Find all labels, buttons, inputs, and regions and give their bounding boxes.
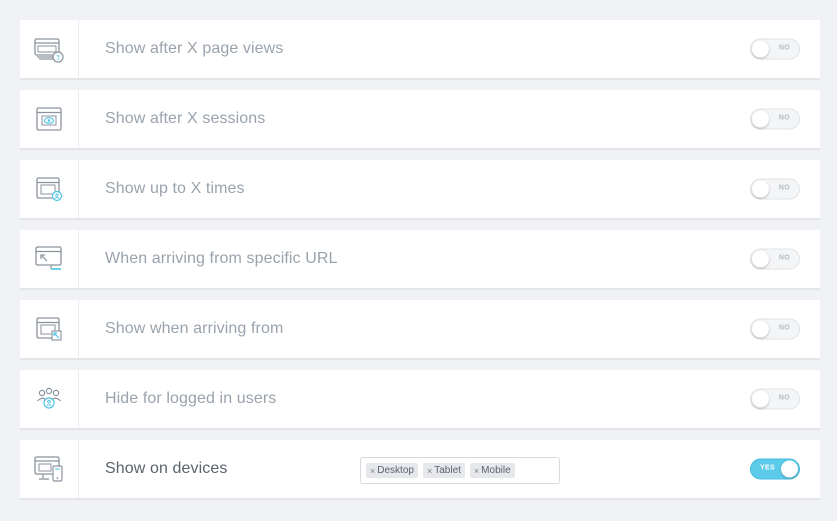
remove-tag-button[interactable]: × — [427, 466, 432, 476]
remove-tag-button[interactable]: × — [474, 466, 479, 476]
rule-row-page-views: 3 Show after X page views NO — [20, 20, 820, 80]
rule-label: Show after X sessions — [105, 110, 266, 127]
rule-toggle[interactable]: NO — [750, 38, 800, 60]
rule-label: Show when arriving from — [105, 320, 284, 337]
svg-text:3: 3 — [56, 55, 60, 62]
tag-label: Desktop — [377, 465, 414, 476]
rule-row-arriving-from: Show when arriving from NO — [20, 300, 820, 360]
rule-row-specific-url: When arriving from specific URL NO — [20, 230, 820, 290]
rule-row-times: Show up to X times NO — [20, 160, 820, 220]
rule-icon-cell — [20, 160, 79, 218]
rule-icon-cell — [20, 300, 79, 358]
device-tag-desktop: × Desktop — [366, 463, 418, 478]
toggle-knob — [752, 40, 769, 58]
toggle-knob — [752, 180, 769, 198]
rule-row-sessions: Show after X sessions NO — [20, 90, 820, 150]
rule-label: Show on devices — [105, 460, 228, 477]
remove-tag-button[interactable]: × — [370, 466, 375, 476]
page-views-icon: 3 — [34, 38, 64, 63]
rule-toggle[interactable]: NO — [750, 248, 800, 270]
toggle-state: YES — [760, 464, 775, 472]
device-tag-mobile: × Mobile — [469, 463, 515, 478]
rule-icon-cell: 3 — [20, 20, 79, 78]
rule-icon-cell — [20, 440, 79, 498]
devices-icon — [34, 456, 63, 482]
rule-label: Show after X page views — [105, 40, 284, 57]
device-tag-tablet: × Tablet — [422, 463, 465, 478]
rule-label: Show up to X times — [105, 180, 245, 197]
devices-select[interactable]: × Desktop × Tablet × Mobile — [360, 457, 560, 484]
toggle-knob — [752, 320, 769, 338]
toggle-state: NO — [778, 324, 790, 332]
tag-label: Mobile — [481, 465, 511, 476]
toggle-state: NO — [778, 254, 790, 262]
rule-row-logged-in: Hide for logged in users NO — [20, 370, 820, 430]
toggle-state: NO — [778, 394, 790, 402]
toggle-knob — [781, 460, 798, 478]
rule-toggle[interactable]: NO — [750, 178, 800, 200]
toggle-state: NO — [778, 114, 790, 122]
rule-icon-cell — [20, 90, 79, 148]
rule-toggle[interactable]: NO — [750, 388, 800, 410]
toggle-knob — [752, 250, 769, 268]
url-icon — [35, 246, 62, 270]
users-icon — [37, 387, 61, 409]
sessions-icon — [36, 107, 62, 131]
rule-label: When arriving from specific URL — [105, 250, 338, 267]
rule-icon-cell — [20, 370, 79, 428]
rule-icon-cell — [20, 230, 79, 288]
rule-label: Hide for logged in users — [105, 390, 277, 407]
arriving-from-icon — [36, 317, 62, 341]
tag-label: Tablet — [434, 465, 461, 476]
rule-toggle[interactable]: NO — [750, 318, 800, 340]
rule-toggle[interactable]: YES — [750, 458, 800, 480]
toggle-state: NO — [778, 44, 790, 52]
toggle-state: NO — [778, 184, 790, 192]
display-rules-list: 3 Show after X page views NO Show after … — [20, 20, 820, 500]
toggle-knob — [752, 110, 769, 128]
rule-toggle[interactable]: NO — [750, 108, 800, 130]
rule-row-devices: Show on devices × Desktop × Tablet × Mob… — [20, 440, 820, 500]
times-icon — [36, 177, 63, 202]
toggle-knob — [752, 390, 769, 408]
